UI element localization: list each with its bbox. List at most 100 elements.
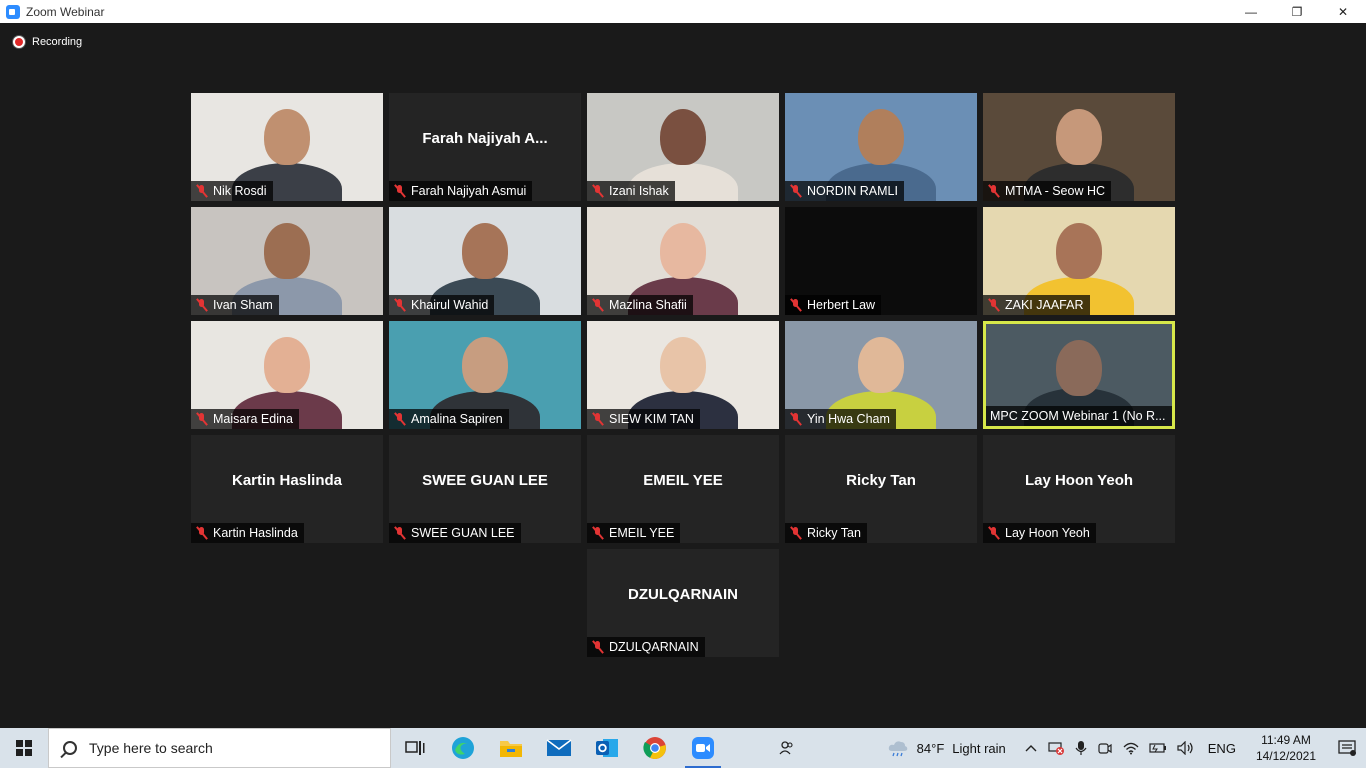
participant-display-name: SWEE GUAN LEE	[422, 471, 548, 489]
chrome-app[interactable]	[631, 728, 679, 768]
wifi-button[interactable]	[1118, 728, 1144, 768]
muted-microphone-icon	[789, 526, 803, 540]
notification-icon	[1338, 740, 1356, 756]
participant-video-face	[462, 223, 508, 279]
participant-name-label: Kartin Haslinda	[191, 523, 304, 543]
participant-name: Yin Hwa Cham	[807, 412, 890, 426]
participant-display-name: Kartin Haslinda	[231, 471, 343, 489]
minimize-button[interactable]: —	[1228, 0, 1274, 23]
muted-microphone-icon	[195, 184, 209, 198]
participant-display-name: DZULQARNAIN	[628, 585, 738, 603]
taskbar-search-box[interactable]: Type here to search	[48, 728, 391, 768]
participant-video-face	[858, 337, 904, 393]
microphone-icon	[1075, 741, 1087, 755]
participant-tile[interactable]: MTMA - Seow HC	[983, 93, 1175, 201]
participant-name-label: Lay Hoon Yeoh	[983, 523, 1096, 543]
participant-name: Ricky Tan	[807, 526, 861, 540]
participant-video-face	[660, 223, 706, 279]
participant-video-face	[264, 223, 310, 279]
participant-name: DZULQARNAIN	[609, 640, 699, 654]
participant-tile[interactable]: Nik Rosdi	[191, 93, 383, 201]
folder-icon	[500, 741, 522, 757]
participant-tile[interactable]: Amalina Sapiren	[389, 321, 581, 429]
task-view-icon	[405, 741, 425, 755]
participant-tile[interactable]: Khairul Wahid	[389, 207, 581, 315]
participant-name-label: Farah Najiyah Asmui	[389, 181, 533, 201]
participant-tile[interactable]: NORDIN RAMLI	[785, 93, 977, 201]
muted-microphone-icon	[591, 298, 605, 312]
participant-tile[interactable]: EMEIL YEE EMEIL YEE	[587, 435, 779, 543]
muted-microphone-icon	[591, 184, 605, 198]
recording-dot-icon	[13, 36, 25, 48]
participant-name-label: Nik Rosdi	[191, 181, 273, 201]
muted-microphone-icon	[987, 526, 1001, 540]
recording-label: Recording	[32, 36, 83, 48]
participant-tile[interactable]: Kartin Haslinda Kartin Haslinda	[191, 435, 383, 543]
muted-microphone-icon	[195, 412, 209, 426]
participant-name-label: DZULQARNAIN	[587, 637, 705, 657]
participant-name: Kartin Haslinda	[213, 526, 298, 540]
recording-indicator[interactable]: Recording	[13, 36, 82, 48]
restore-button[interactable]: ❐	[1274, 0, 1320, 23]
taskbar-clock[interactable]: 11:49 AM 14/12/2021	[1244, 732, 1328, 764]
participant-name: Khairul Wahid	[411, 298, 489, 312]
task-view-button[interactable]	[391, 728, 439, 768]
participant-video-face	[1056, 223, 1102, 279]
participant-tile[interactable]: Ivan Sham	[191, 207, 383, 315]
edge-app[interactable]	[439, 728, 487, 768]
participant-display-name: Lay Hoon Yeoh	[1024, 471, 1134, 489]
battery-icon	[1149, 743, 1166, 753]
microphone-button[interactable]	[1070, 728, 1092, 768]
people-button[interactable]	[752, 728, 822, 768]
network-error-icon	[1048, 742, 1064, 755]
battery-button[interactable]	[1144, 728, 1172, 768]
meet-now-button[interactable]	[1092, 728, 1118, 768]
participant-tile[interactable]: MPC ZOOM Webinar 1 (No R...	[983, 321, 1175, 429]
participant-tile[interactable]: Maisara Edina	[191, 321, 383, 429]
participant-tile[interactable]: Yin Hwa Cham	[785, 321, 977, 429]
participant-tile[interactable]: Lay Hoon Yeoh Lay Hoon Yeoh	[983, 435, 1175, 543]
muted-microphone-icon	[195, 298, 209, 312]
outlook-app[interactable]	[583, 728, 631, 768]
windows-taskbar: Type here to search 84°F Light rain ENG …	[0, 728, 1366, 768]
cloud-rain-icon	[888, 741, 907, 757]
window-controls: — ❐ ✕	[1228, 0, 1366, 23]
participant-video-face	[660, 337, 706, 393]
participant-name-label: Yin Hwa Cham	[785, 409, 896, 429]
muted-microphone-icon	[393, 526, 407, 540]
participant-tile[interactable]: SIEW KIM TAN	[587, 321, 779, 429]
participant-tile[interactable]: ZAKI JAAFAR	[983, 207, 1175, 315]
wifi-icon	[1123, 742, 1139, 755]
participant-tile[interactable]: Izani Ishak	[587, 93, 779, 201]
participant-name-label: ZAKI JAAFAR	[983, 295, 1090, 315]
file-explorer-app[interactable]	[487, 728, 535, 768]
participant-name: EMEIL YEE	[609, 526, 675, 540]
participant-name-label: Herbert Law	[785, 295, 882, 315]
participant-tile[interactable]: Ricky Tan Ricky Tan	[785, 435, 977, 543]
weather-widget[interactable]: 84°F Light rain	[882, 728, 1011, 768]
participant-name-label: SIEW KIM TAN	[587, 409, 700, 429]
participant-name: MTMA - Seow HC	[1005, 184, 1106, 198]
close-button[interactable]: ✕	[1320, 0, 1366, 23]
show-hidden-icons-button[interactable]	[1011, 728, 1042, 768]
zoom-taskbar-app[interactable]	[679, 728, 727, 768]
input-language-button[interactable]: ENG	[1200, 728, 1244, 768]
volume-button[interactable]	[1172, 728, 1200, 768]
windows-logo-icon	[16, 740, 32, 756]
participant-name: MPC ZOOM Webinar 1 (No R...	[990, 409, 1166, 423]
notification-center-button[interactable]	[1328, 728, 1366, 768]
participant-display-name: Ricky Tan	[846, 471, 916, 489]
clock-time: 11:49 AM	[1261, 733, 1311, 747]
network-status-button[interactable]	[1042, 728, 1070, 768]
participant-tile[interactable]: Farah Najiyah A... Farah Najiyah Asmui	[389, 93, 581, 201]
participant-tile[interactable]: SWEE GUAN LEE SWEE GUAN LEE	[389, 435, 581, 543]
mail-app[interactable]	[535, 728, 583, 768]
participant-video-face	[264, 109, 310, 165]
participant-tile[interactable]: Mazlina Shafii	[587, 207, 779, 315]
start-button[interactable]	[0, 728, 48, 768]
participant-tile[interactable]: Herbert Law	[785, 207, 977, 315]
muted-microphone-icon	[393, 412, 407, 426]
title-bar: Zoom Webinar — ❐ ✕	[0, 0, 1366, 23]
participant-tile[interactable]: DZULQARNAIN DZULQARNAIN	[587, 549, 779, 657]
